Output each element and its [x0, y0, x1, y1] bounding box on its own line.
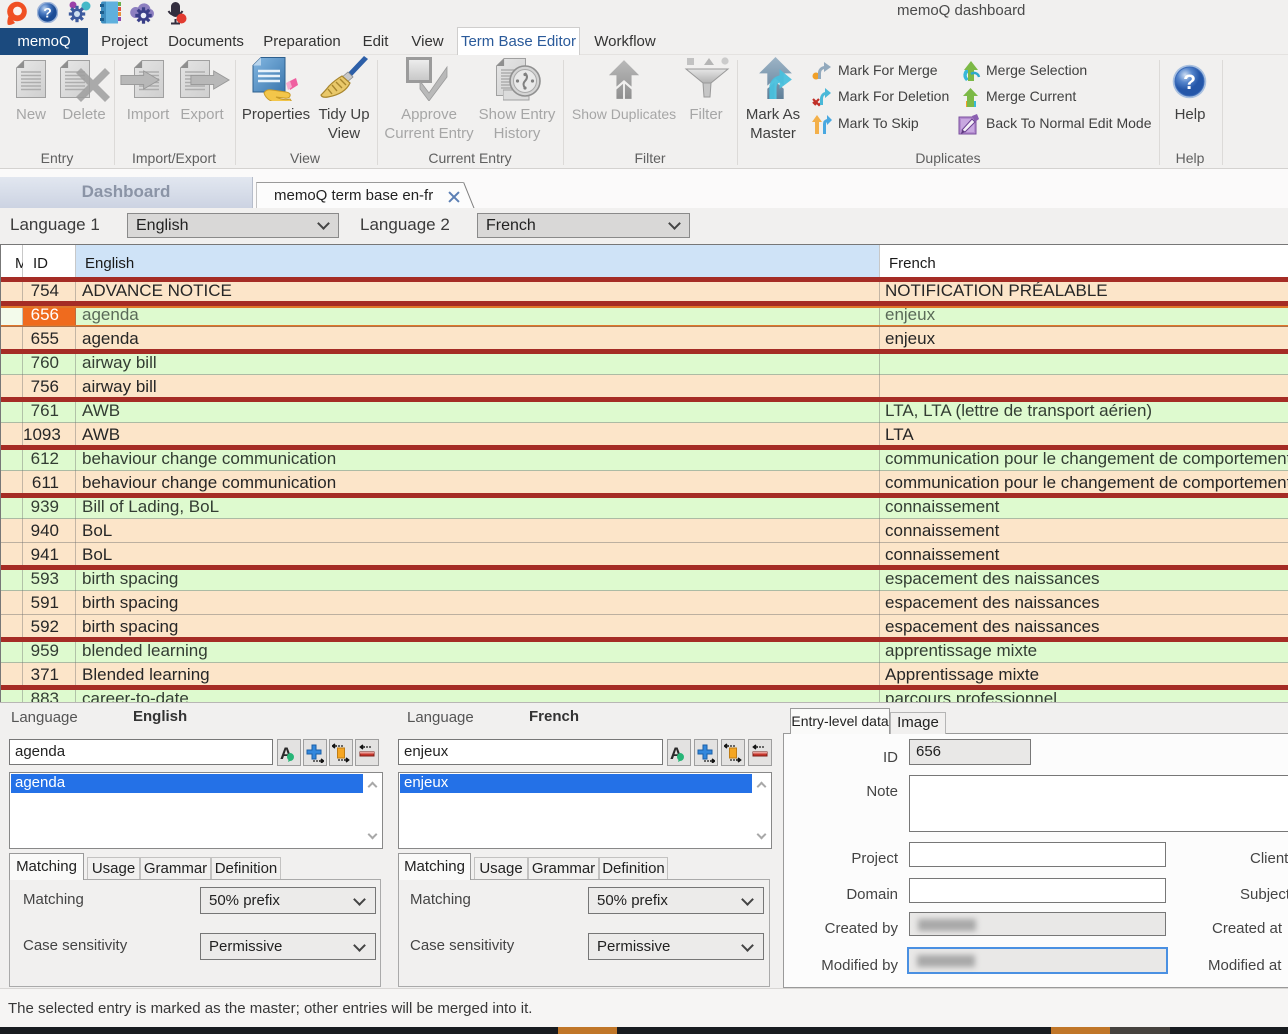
svg-text:?: ? [1183, 71, 1196, 94]
svg-text:?: ? [43, 5, 52, 21]
